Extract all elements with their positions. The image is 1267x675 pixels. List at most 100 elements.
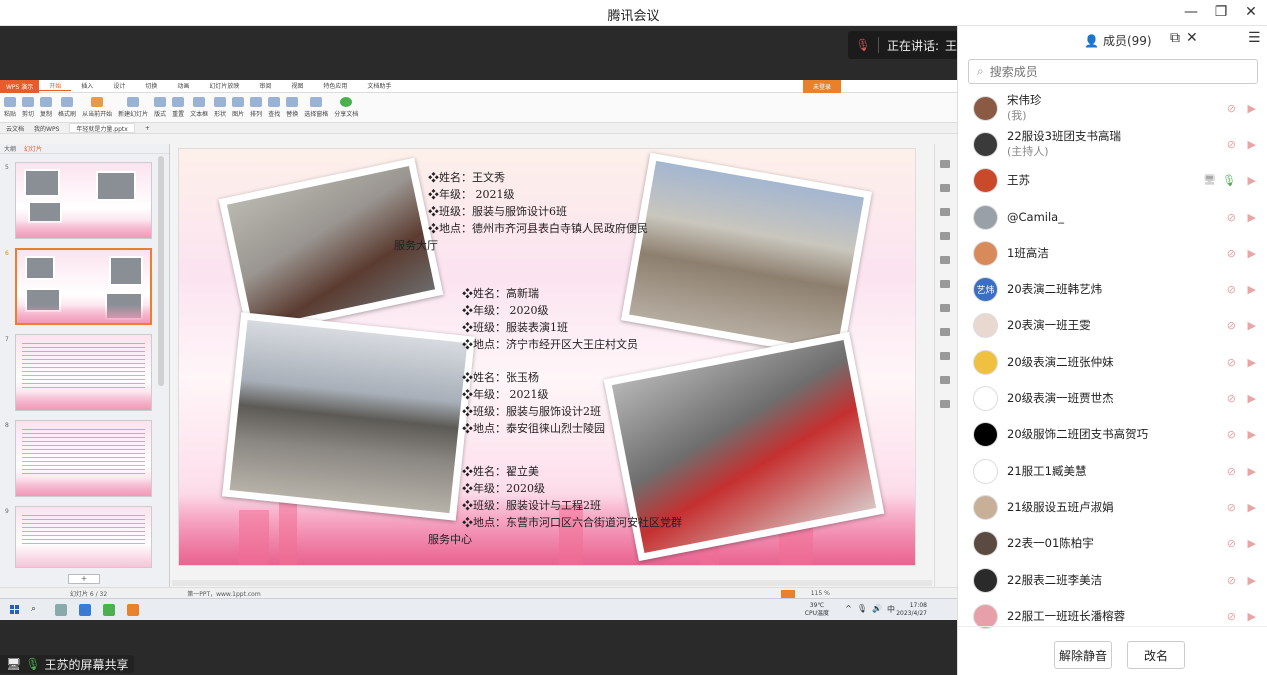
slides-tab[interactable]: 幻灯片 (24, 144, 42, 153)
task-view-icon[interactable] (55, 603, 67, 616)
camera-off-icon[interactable]: ▶ (1248, 319, 1256, 332)
slide-icon[interactable] (939, 280, 950, 288)
ribbon-button[interactable]: 形状 (214, 97, 226, 118)
ribbon-button[interactable]: 版式 (154, 97, 166, 118)
mic-muted-icon[interactable]: ⊘ (1227, 501, 1236, 514)
member-row[interactable]: 22服表二班李美洁 ⊘ ▶ (958, 562, 1267, 598)
slide-thumbnail-selected[interactable] (15, 248, 152, 325)
mic-muted-icon[interactable]: ⊘ (1227, 465, 1236, 478)
volume-icon[interactable]: 🔊 (872, 604, 882, 615)
popout-icon[interactable]: ⧉ (1170, 30, 1180, 46)
slide-text-block[interactable]: ❖姓名：高新瑞 ❖年级： 2020级 ❖班级：服装表演1班 ❖地点：济宁市经开区大王庄… (462, 285, 638, 353)
mic-muted-icon[interactable]: ⊘ (1227, 211, 1236, 224)
wps-tab[interactable]: 插入 (71, 81, 103, 91)
doc-tab-cloud[interactable]: 云文档 (6, 124, 24, 133)
ribbon-button[interactable]: 选择窗格 (304, 97, 328, 118)
mic-muted-icon[interactable]: ⊘ (1227, 247, 1236, 260)
slide-text-block[interactable]: ❖姓名：翟立美 ❖年级：2020级 ❖班级：服装设计与工程2班 ❖地点：东营市河口区六… (428, 463, 682, 548)
slide-thumbnail[interactable] (15, 162, 152, 239)
transition-icon[interactable] (939, 208, 950, 216)
mic-muted-icon[interactable]: ⊘ (1227, 392, 1236, 405)
menu-icon[interactable]: ☰ (1248, 30, 1261, 46)
new-tab-icon[interactable]: + (145, 125, 150, 132)
member-row[interactable]: 王苏 🖥 🎙 ▶ (958, 163, 1267, 199)
ribbon-button[interactable]: 复制 (40, 97, 52, 118)
minimize-icon[interactable]: — (1183, 3, 1199, 21)
member-row[interactable]: 20表演一班王雯 ⊘ ▶ (958, 308, 1267, 344)
doc-tab-pptx[interactable]: 年轻就是力量.pptx (69, 123, 135, 133)
wps-app-icon[interactable] (127, 603, 139, 616)
close-panel-icon[interactable]: ✕ (1186, 30, 1198, 46)
slide-thumbnail[interactable] (15, 334, 152, 411)
mic-muted-icon[interactable]: ⊘ (1227, 319, 1236, 332)
browser-icon[interactable] (103, 603, 115, 616)
wps-tab[interactable]: 动画 (167, 81, 199, 91)
wps-tab[interactable]: 文档助手 (357, 81, 401, 91)
ribbon-button[interactable]: 剪切 (22, 97, 34, 118)
camera-off-icon[interactable]: ▶ (1248, 283, 1256, 296)
ribbon-button[interactable]: 重置 (172, 97, 184, 118)
mic-muted-icon[interactable]: ⊘ (1227, 428, 1236, 441)
camera-off-icon[interactable]: ▶ (1248, 356, 1256, 369)
camera-off-icon[interactable]: ▶ (1248, 174, 1256, 187)
camera-off-icon[interactable]: ▶ (1248, 138, 1256, 151)
recommend-icon[interactable] (939, 304, 950, 312)
slide-thumbnail[interactable] (15, 420, 152, 497)
new-icon[interactable] (939, 160, 950, 168)
member-row[interactable]: 20级表演一班贾世杰 ⊘ ▶ (958, 380, 1267, 416)
chevron-up-icon[interactable]: ^ (845, 604, 852, 615)
ribbon-button[interactable]: 粘贴 (4, 97, 16, 118)
slide-photo[interactable] (221, 312, 476, 521)
wps-tab[interactable]: 设计 (103, 81, 135, 91)
restore-icon[interactable]: ❐ (1213, 3, 1229, 21)
thumbnail-scrollbar[interactable] (158, 156, 164, 386)
camera-off-icon[interactable]: ▶ (1248, 428, 1256, 441)
ribbon-button[interactable]: 图片 (232, 97, 244, 118)
slide-photo[interactable] (620, 152, 873, 360)
share-icon[interactable] (939, 328, 950, 336)
member-row[interactable]: @Camila_ ⊘ ▶ (958, 199, 1267, 235)
meeting-app-icon[interactable] (79, 603, 91, 616)
horizontal-scrollbar[interactable] (172, 580, 932, 586)
tool-icon[interactable] (939, 352, 950, 360)
backup-icon[interactable] (939, 376, 950, 384)
member-row[interactable]: 21级服设五班卢淑娟 ⊘ ▶ (958, 489, 1267, 525)
member-row[interactable]: 20级服饰二班团支书高贺巧 ⊘ ▶ (958, 417, 1267, 453)
ime-indicator[interactable]: 中 (887, 604, 895, 615)
wps-tab[interactable]: 幻灯片放映 (199, 81, 249, 91)
ribbon-button[interactable]: 替换 (286, 97, 298, 118)
mic-icon[interactable]: 🎙 (857, 604, 867, 615)
member-search-input[interactable] (989, 64, 1230, 79)
play-slideshow-button[interactable] (780, 589, 795, 598)
property-icon[interactable] (939, 256, 950, 264)
camera-off-icon[interactable]: ▶ (1248, 537, 1256, 550)
camera-off-icon[interactable]: ▶ (1248, 392, 1256, 405)
camera-off-icon[interactable]: ▶ (1248, 102, 1256, 115)
rename-button[interactable]: 改名 (1127, 641, 1185, 669)
mic-muted-icon[interactable]: ⊘ (1227, 283, 1236, 296)
close-icon[interactable]: ✕ (1243, 3, 1259, 21)
member-row[interactable]: 1班高洁 ⊘ ▶ (958, 235, 1267, 271)
wps-tab[interactable]: 审阅 (249, 81, 281, 91)
camera-off-icon[interactable]: ▶ (1248, 574, 1256, 587)
members-tab[interactable]: 👤 成员(99) (1084, 32, 1152, 49)
member-row[interactable]: 22表一01陈柏宇 ⊘ ▶ (958, 526, 1267, 562)
zoom-level[interactable]: 115 % (811, 590, 830, 597)
wps-tab[interactable]: 视图 (281, 81, 313, 91)
slide-canvas[interactable]: ❖姓名：王文秀 ❖年级： 2021级 ❖班级：服装与服饰设计6班 ❖地点：德州市齐河县… (178, 148, 916, 566)
slide-text-block[interactable]: ❖姓名：王文秀 ❖年级： 2021级 ❖班级：服装与服饰设计6班 ❖地点：德州市齐河县… (394, 169, 648, 254)
member-row[interactable]: 21服工1臧美慧 ⊘ ▶ (958, 453, 1267, 489)
wps-logo[interactable]: WPS 演示 (0, 79, 40, 93)
slide-text-block[interactable]: ❖姓名：张玉杨 ❖年级： 2021级 ❖班级：服装与服饰设计2班 ❖地点：泰安徂徕山烈… (462, 369, 605, 437)
windows-start-icon[interactable] (10, 605, 19, 614)
mic-muted-icon[interactable]: ⊘ (1227, 138, 1236, 151)
login-button[interactable]: 未登录 (803, 80, 841, 93)
camera-off-icon[interactable]: ▶ (1248, 501, 1256, 514)
ribbon-button[interactable]: 新建幻灯片 (118, 97, 148, 118)
help-icon[interactable] (939, 400, 950, 408)
outline-tab[interactable]: 大纲 (4, 144, 16, 153)
unmute-all-button[interactable]: 解除静音 (1054, 641, 1112, 669)
member-row[interactable]: 22服设3班团支书高瑞 (主持人) ⊘ ▶ (958, 126, 1267, 162)
mic-muted-icon[interactable]: ⊘ (1227, 537, 1236, 550)
wps-tab[interactable]: 特色应用 (313, 81, 357, 91)
